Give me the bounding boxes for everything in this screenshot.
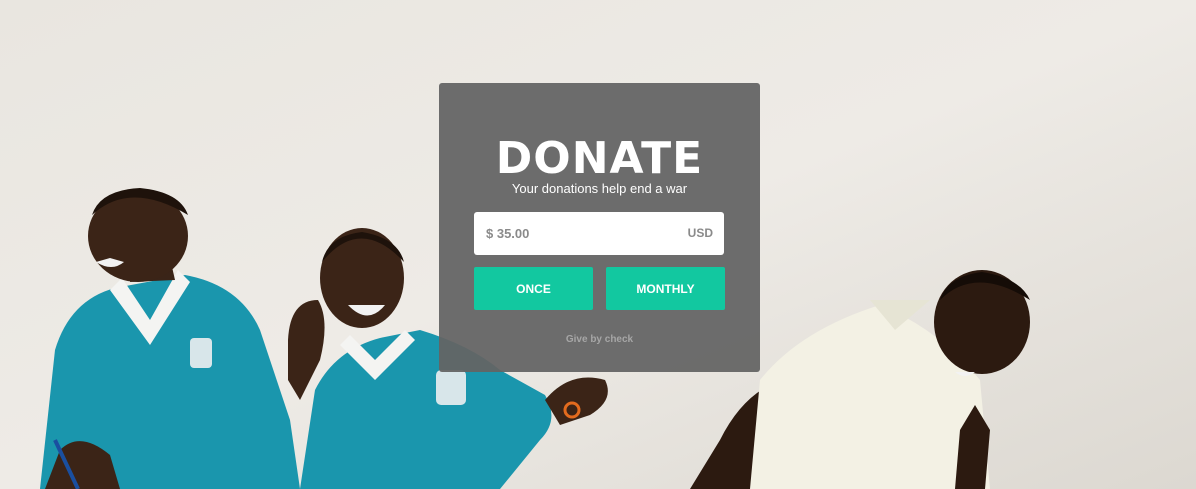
amount-input[interactable] <box>474 212 676 255</box>
donate-title: DONATE <box>495 133 704 184</box>
donate-once-button[interactable]: ONCE <box>474 267 593 310</box>
currency-label: USD <box>687 226 713 240</box>
donate-subtitle: Your donations help end a war <box>511 181 688 196</box>
give-by-check-link[interactable]: Give by check <box>439 334 760 345</box>
donate-card: DONATE Your donations help end a war USD… <box>439 83 760 372</box>
donate-monthly-button[interactable]: MONTHLY <box>606 267 725 310</box>
amount-field: USD <box>474 212 724 255</box>
